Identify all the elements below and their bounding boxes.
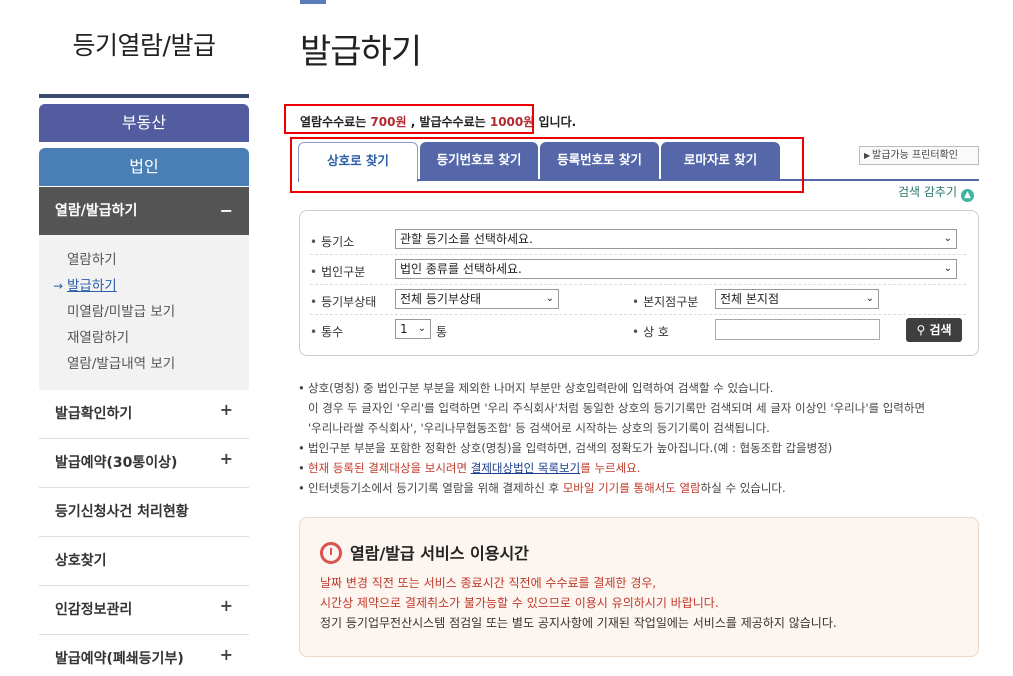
chevron-down-icon: ⌄ <box>943 263 952 274</box>
chevron-down-icon: ⌄ <box>417 323 426 334</box>
row-corp-type: • 법인구분 법인 종류를 선택하세요. ⌄ <box>310 255 966 285</box>
corp-button[interactable]: 법인 <box>39 148 249 186</box>
highlight-box-fee <box>284 104 534 134</box>
sidebar-item-label: 열람/발급하기 <box>55 203 138 219</box>
payment-list-link[interactable]: 결제대상법인 목록보기 <box>471 461 580 475</box>
service-lines: 날짜 변경 직전 또는 서비스 종료시간 직전에 수수료를 결제한 경우, 시간… <box>320 576 837 630</box>
row-status: • 등기부상태 전체 등기부상태 ⌄ • 본지점구분 전체 본지점 ⌄ <box>310 285 966 315</box>
plus-icon: + <box>219 400 233 419</box>
page-title: 발급하기 <box>300 32 422 72</box>
search-form: • 등기소 관할 등기소를 선택하세요. ⌄ • 법인구분 법인 종류를 선택하세요.… <box>299 210 979 356</box>
chevron-down-icon: ⌄ <box>545 293 554 304</box>
sidebar-item-case-status[interactable]: 등기신청사건 처리현황 <box>39 488 249 537</box>
chevron-down-icon: ⌄ <box>865 293 874 304</box>
search-button[interactable]: ⚲ 검색 <box>906 318 962 342</box>
count-select[interactable]: 1 ⌄ <box>395 319 431 339</box>
alarm-clock-icon <box>320 542 342 564</box>
submenu: 열람하기 → 발급하기 미열람/미발급 보기 재열람하기 열람/발급내역 보기 <box>39 235 249 390</box>
highlight-box-tabs <box>290 137 804 193</box>
submenu-item-unviewed[interactable]: 미열람/미발급 보기 <box>39 299 249 325</box>
submenu-item-history[interactable]: 열람/발급내역 보기 <box>39 351 249 377</box>
registry-select[interactable]: 관할 등기소를 선택하세요. ⌄ <box>395 229 957 249</box>
breadcrumb-mark <box>300 0 326 4</box>
row-registry: • 등기소 관할 등기소를 선택하세요. ⌄ <box>310 225 966 255</box>
sidebar-item-closed-reservation[interactable]: 발급예약(폐쇄등기부) + <box>39 635 249 676</box>
chevron-up-icon: ▲ <box>961 189 975 202</box>
note-1: • 상호(명칭) 중 법인구분 부분을 제외한 나머지 부분만 상호입력란에 입력… <box>298 381 774 395</box>
plus-icon: + <box>219 645 233 664</box>
chevron-down-icon: ⌄ <box>943 233 952 244</box>
sidebar-item-view-issue[interactable]: 열람/발급하기 − <box>39 187 249 235</box>
count-unit: 통 <box>436 325 448 339</box>
sidebar-item-find-name[interactable]: 상호찾기 <box>39 537 249 586</box>
search-toggle[interactable]: 검색 감추기 ▲ <box>898 183 975 202</box>
triangle-right-icon: ▶ <box>864 151 871 160</box>
printer-check-button[interactable]: ▶ 발급가능 프린터확인 <box>859 146 979 165</box>
sidebar-item-seal-info[interactable]: 인감정보관리 + <box>39 586 249 635</box>
search-icon: ⚲ <box>916 323 926 337</box>
service-hours-box: 열람/발급 서비스 이용시간 날짜 변경 직전 또는 서비스 종료시간 직전에 … <box>299 517 979 657</box>
realestate-button[interactable]: 부동산 <box>39 104 249 142</box>
submenu-item-review[interactable]: 재열람하기 <box>39 325 249 351</box>
note-1b: 이 경우 두 글자인 '우리'를 입력하면 '우리 주식회사'처럼 동일한 상호… <box>308 401 926 415</box>
corp-type-select[interactable]: 법인 종류를 선택하세요. ⌄ <box>395 259 957 279</box>
status-select[interactable]: 전체 등기부상태 ⌄ <box>395 289 559 309</box>
sidebar-title: 등기열람/발급 <box>72 31 216 60</box>
name-input[interactable] <box>715 319 880 340</box>
service-title: 열람/발급 서비스 이용시간 <box>320 540 529 564</box>
minus-icon: − <box>219 201 233 220</box>
note-1c: '우리나라쌀 주식회사', '우리나무협동조합' 등 검색어로 시작하는 상호의… <box>308 421 770 435</box>
row-count-name: • 통수 1 ⌄ 통 • 상 호 ⚲ 검색 <box>310 315 966 345</box>
notes: • 상호(명칭) 중 법인구분 부분을 제외한 나머지 부분만 상호입력란에 입력… <box>298 378 988 498</box>
submenu-item-view[interactable]: 열람하기 <box>39 247 249 273</box>
sidebar-item-verify[interactable]: 발급확인하기 + <box>39 390 249 439</box>
branch-select[interactable]: 전체 본지점 ⌄ <box>715 289 879 309</box>
note-3: • 현재 등록된 결제대상을 보시려면 결제대상법인 목록보기를 누르세요. <box>298 461 641 475</box>
note-4: • 인터넷등기소에서 등기기록 열람을 위해 결제하신 후 모바일 기기를 통해서… <box>298 481 786 495</box>
sidebar-item-reservation[interactable]: 발급예약(30통이상) + <box>39 439 249 488</box>
note-2: • 법인구분 부분을 포함한 정확한 상호(명칭)을 입력하면, 검색의 정확도가… <box>298 441 833 455</box>
plus-icon: + <box>219 596 233 615</box>
plus-icon: + <box>219 449 233 468</box>
submenu-item-issue[interactable]: → 발급하기 <box>39 273 249 299</box>
arrow-right-icon: → <box>53 279 64 293</box>
sidebar-divider <box>39 94 249 98</box>
